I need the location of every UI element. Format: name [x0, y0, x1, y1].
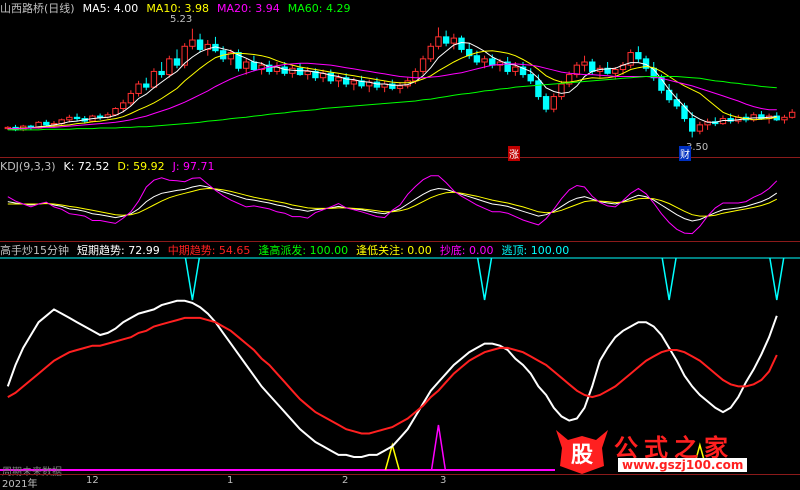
watermark-url: www.gszj100.com: [618, 458, 748, 472]
watermark: 股 公式之家 www.gszj100.com: [552, 426, 792, 476]
kdj-line-d: [7, 187, 778, 217]
buy-low-value: 逢低关注: 0.00: [356, 244, 432, 257]
x-axis-label-2: 2: [342, 475, 349, 486]
cai-marker: 财: [679, 146, 691, 161]
candle-body: [612, 69, 619, 74]
watermark-logo-text: 股: [571, 443, 593, 468]
indicator-title: 高手炒15分钟: [0, 244, 69, 257]
kdj-d-value: D: 59.92: [117, 159, 165, 173]
candle-body: [127, 92, 135, 104]
watermark-logo-icon: 股: [556, 430, 608, 474]
candle-body: [473, 55, 481, 63]
candle-body: [788, 111, 796, 118]
candle-body: [150, 70, 158, 88]
candle-body: [373, 81, 381, 88]
candle-body: [489, 58, 496, 66]
candle-body: [412, 70, 419, 82]
mid-trend-value: 中期趋势: 54.65: [167, 244, 251, 257]
ma-line-ma20: [7, 62, 777, 130]
bottom-fish-value: 抄底: 0.00: [439, 244, 494, 257]
candle-body: [781, 116, 788, 121]
candle-body: [435, 36, 442, 47]
candle-body: [189, 39, 196, 47]
ma5-value: MA5: 4.00: [82, 1, 139, 15]
signal-spike: [661, 257, 677, 301]
candle-body: [96, 115, 104, 118]
signal-spike: [430, 424, 447, 471]
kdj-title: KDJ(9,3,3): [0, 159, 56, 173]
ma20-value: MA20: 3.94: [217, 1, 280, 15]
candle-body: [450, 37, 458, 44]
x-axis-label-12: 12: [86, 475, 99, 486]
candle-body: [243, 61, 250, 69]
candle-body: [481, 58, 488, 63]
ma10-value: MA10: 3.98: [146, 1, 210, 15]
kdj-panel: [7, 175, 778, 235]
high-price-label: 5.23: [170, 14, 193, 25]
candle-body: [558, 83, 565, 98]
sell-high-value: 逢高派发: 100.00: [258, 244, 349, 257]
candle-body: [427, 45, 434, 60]
candle-body: [112, 108, 119, 116]
zhang-marker: 涨: [508, 146, 520, 161]
ma60-value: MA60: 4.29: [287, 1, 351, 15]
candle-body: [158, 70, 165, 76]
candle-body: [535, 80, 542, 98]
candle-body: [135, 83, 142, 94]
candle-body: [589, 61, 596, 72]
signal-spike: [184, 257, 201, 301]
candle-body: [250, 61, 258, 71]
candle-body: [419, 58, 427, 72]
candle-body: [66, 116, 73, 121]
escape-top-value: 逃顶: 100.00: [501, 244, 570, 257]
candle-body: [304, 70, 311, 76]
candle-body: [335, 77, 342, 82]
kdj-k-value: K: 72.52: [63, 159, 110, 173]
candle-body: [43, 121, 50, 126]
candle-body: [689, 118, 696, 132]
candle-body: [550, 96, 557, 110]
x-axis-label-3: 3: [440, 475, 447, 486]
x-axis-label-1: 1: [227, 475, 234, 486]
candle-body: [527, 74, 534, 82]
candle-body: [442, 36, 450, 44]
candle-body: [350, 80, 358, 85]
candle-body: [196, 39, 204, 50]
candle-body: [542, 96, 550, 110]
signal-spike: [769, 257, 785, 301]
x-axis-label-2021: 2021年: [2, 479, 38, 490]
candle-body: [173, 58, 181, 66]
short-trend-value: 短期趋势: 72.99: [77, 244, 160, 257]
candle-body: [73, 116, 81, 120]
indicator-header: 高手炒15分钟 短期趋势: 72.99 中期趋势: 54.65 逢高派发: 10…: [0, 242, 577, 258]
candle-body: [458, 37, 465, 50]
candle-body: [696, 124, 704, 132]
candle-body: [296, 67, 304, 76]
candle-body: [581, 61, 588, 66]
candle-body: [166, 58, 173, 76]
kdj-header: KDJ(9,3,3) K: 72.52 D: 59.92 J: 97.71: [0, 158, 223, 174]
kdj-j-value: J: 97.71: [172, 159, 215, 173]
price-panel: [4, 27, 796, 138]
candle-body: [573, 64, 581, 76]
candle-body: [143, 83, 150, 88]
signal-spike: [476, 257, 493, 301]
candle-body: [119, 102, 127, 110]
candle-body: [635, 52, 642, 60]
candle-body: [512, 66, 519, 72]
stock-name: 山西路桥(日线): [0, 2, 75, 15]
candle-body: [396, 85, 404, 89]
